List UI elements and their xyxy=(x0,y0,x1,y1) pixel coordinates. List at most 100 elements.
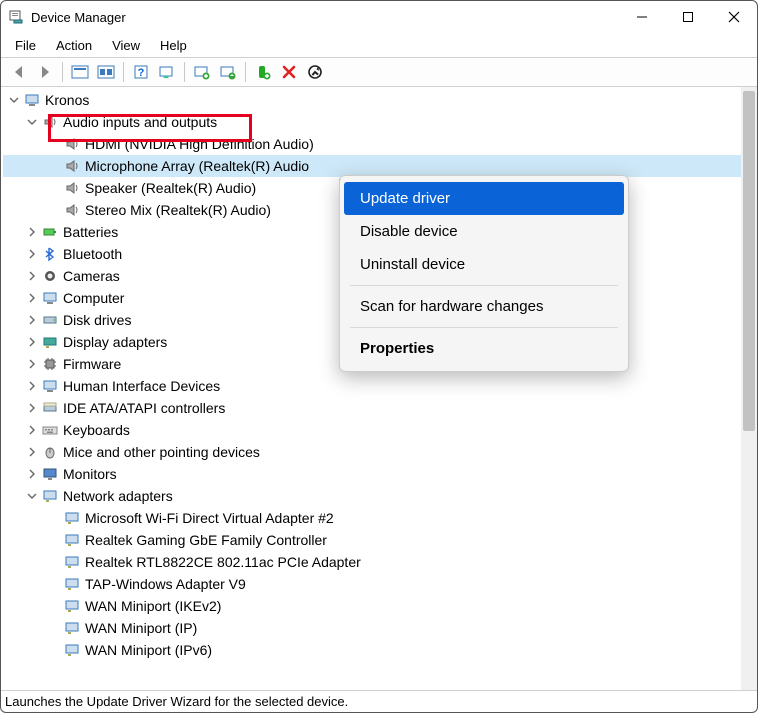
category-monitors[interactable]: Monitors xyxy=(3,463,741,485)
update-driver-button[interactable] xyxy=(216,60,240,84)
menu-view[interactable]: View xyxy=(104,36,148,55)
hid-icon xyxy=(41,378,59,394)
category-label: Human Interface Devices xyxy=(63,375,220,397)
uninstall-device-button[interactable] xyxy=(277,60,301,84)
back-button[interactable] xyxy=(7,60,31,84)
category-label: Cameras xyxy=(63,265,120,287)
device-net-realtek-gbe[interactable]: Realtek Gaming GbE Family Controller xyxy=(3,529,741,551)
titlebar: Device Manager xyxy=(1,1,757,33)
category-ide[interactable]: IDE ATA/ATAPI controllers xyxy=(3,397,741,419)
statusbar: Launches the Update Driver Wizard for th… xyxy=(1,690,757,712)
battery-icon xyxy=(41,224,59,240)
collapse-icon[interactable] xyxy=(25,489,39,503)
statusbar-text: Launches the Update Driver Wizard for th… xyxy=(5,694,348,709)
menu-help[interactable]: Help xyxy=(152,36,195,55)
expand-icon[interactable] xyxy=(25,379,39,393)
context-menu-uninstall-device[interactable]: Uninstall device xyxy=(344,248,624,281)
category-hid[interactable]: Human Interface Devices xyxy=(3,375,741,397)
speaker-icon xyxy=(63,136,81,152)
network-adapter-icon xyxy=(63,510,81,526)
minimize-button[interactable] xyxy=(619,1,665,33)
speaker-icon xyxy=(63,158,81,174)
speaker-icon xyxy=(41,114,59,130)
device-net-tap[interactable]: TAP-Windows Adapter V9 xyxy=(3,573,741,595)
tree-root[interactable]: Kronos xyxy=(3,89,741,111)
menu-action[interactable]: Action xyxy=(48,36,100,55)
expand-icon[interactable] xyxy=(25,467,39,481)
category-keyboards[interactable]: Keyboards xyxy=(3,419,741,441)
scrollbar-thumb[interactable] xyxy=(743,91,755,431)
device-audio-hdmi[interactable]: HDMI (NVIDIA High Definition Audio) xyxy=(3,133,741,155)
computer-icon xyxy=(23,92,41,108)
monitor-icon xyxy=(41,466,59,482)
context-menu-label: Scan for hardware changes xyxy=(360,298,543,315)
context-menu-disable-device[interactable]: Disable device xyxy=(344,215,624,248)
expand-icon[interactable] xyxy=(25,247,39,261)
context-menu-label: Properties xyxy=(360,340,434,357)
expand-icon[interactable] xyxy=(25,357,39,371)
bluetooth-icon xyxy=(41,246,59,262)
vertical-scrollbar[interactable] xyxy=(741,87,757,690)
category-mice[interactable]: Mice and other pointing devices xyxy=(3,441,741,463)
collapse-icon[interactable] xyxy=(7,93,21,107)
device-net-wifidirect[interactable]: Microsoft Wi-Fi Direct Virtual Adapter #… xyxy=(3,507,741,529)
add-hardware-button[interactable] xyxy=(190,60,214,84)
help-button[interactable]: ? xyxy=(129,60,153,84)
camera-icon xyxy=(41,268,59,284)
mouse-icon xyxy=(41,444,59,460)
keyboard-icon xyxy=(41,422,59,438)
category-label: Firmware xyxy=(63,353,121,375)
network-adapter-icon xyxy=(63,532,81,548)
category-label: IDE ATA/ATAPI controllers xyxy=(63,397,225,419)
device-net-wan-ikev2[interactable]: WAN Miniport (IKEv2) xyxy=(3,595,741,617)
category-label: Audio inputs and outputs xyxy=(63,111,217,133)
context-menu-scan[interactable]: Scan for hardware changes xyxy=(344,290,624,323)
category-label: Batteries xyxy=(63,221,118,243)
speaker-icon xyxy=(63,180,81,196)
category-label: Bluetooth xyxy=(63,243,122,265)
toolbar: ? xyxy=(1,57,757,87)
device-label: WAN Miniport (IPv6) xyxy=(85,639,212,661)
expand-icon[interactable] xyxy=(25,445,39,459)
expand-icon[interactable] xyxy=(25,225,39,239)
disable-device-button[interactable] xyxy=(303,60,327,84)
context-menu-properties[interactable]: Properties xyxy=(344,332,624,365)
network-adapter-icon xyxy=(63,554,81,570)
category-label: Computer xyxy=(63,287,124,309)
root-label: Kronos xyxy=(45,89,89,111)
device-net-wan-ipv6[interactable]: WAN Miniport (IPv6) xyxy=(3,639,741,661)
context-menu-label: Update driver xyxy=(360,190,450,207)
expand-icon[interactable] xyxy=(25,423,39,437)
category-network[interactable]: Network adapters xyxy=(3,485,741,507)
category-label: Monitors xyxy=(63,463,117,485)
collapse-icon[interactable] xyxy=(25,115,39,129)
scan-button[interactable] xyxy=(155,60,179,84)
menubar: File Action View Help xyxy=(1,33,757,57)
maximize-button[interactable] xyxy=(665,1,711,33)
show-hidden-button[interactable] xyxy=(68,60,92,84)
context-menu-update-driver[interactable]: Update driver xyxy=(344,182,624,215)
device-audio-microphone[interactable]: Microphone Array (Realtek(R) Audio xyxy=(3,155,741,177)
properties-button[interactable] xyxy=(94,60,118,84)
expand-icon[interactable] xyxy=(25,335,39,349)
context-menu-label: Uninstall device xyxy=(360,256,465,273)
device-net-wan-ip[interactable]: WAN Miniport (IP) xyxy=(3,617,741,639)
device-label: WAN Miniport (IP) xyxy=(85,617,197,639)
svg-text:?: ? xyxy=(138,67,145,79)
category-label: Keyboards xyxy=(63,419,130,441)
expand-icon[interactable] xyxy=(25,401,39,415)
menu-file[interactable]: File xyxy=(7,36,44,55)
context-menu-separator xyxy=(350,327,618,328)
close-button[interactable] xyxy=(711,1,757,33)
category-audio[interactable]: Audio inputs and outputs xyxy=(3,111,741,133)
expand-icon[interactable] xyxy=(25,313,39,327)
expand-icon[interactable] xyxy=(25,291,39,305)
device-label: TAP-Windows Adapter V9 xyxy=(85,573,246,595)
enable-device-button[interactable] xyxy=(251,60,275,84)
disk-icon xyxy=(41,312,59,328)
device-net-realtek-wifi[interactable]: Realtek RTL8822CE 802.11ac PCIe Adapter xyxy=(3,551,741,573)
forward-button[interactable] xyxy=(33,60,57,84)
expand-icon[interactable] xyxy=(25,269,39,283)
device-manager-window: Device Manager File Action View Help xyxy=(0,0,758,713)
device-label: Speaker (Realtek(R) Audio) xyxy=(85,177,256,199)
